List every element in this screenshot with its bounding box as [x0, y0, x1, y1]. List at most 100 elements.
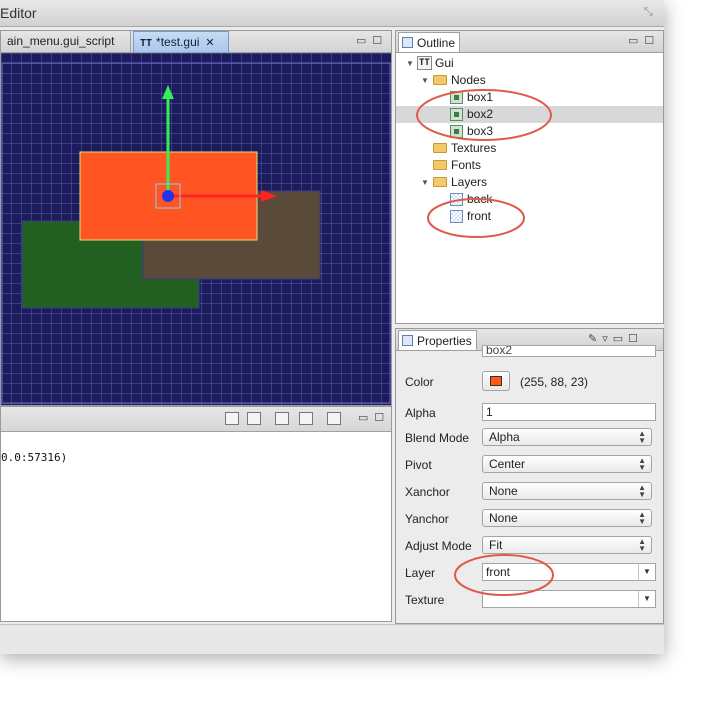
editor-tab-bar: ain_menu.gui_script TT *test.gui ✕ ▭☐: [1, 31, 391, 53]
y-arrow-icon[interactable]: [162, 85, 174, 99]
layer-icon: [450, 210, 463, 223]
yanchor-label: Yanchor: [405, 512, 449, 526]
xanchor-select[interactable]: None ▲ ▼: [482, 482, 652, 500]
folder-icon: [433, 177, 447, 187]
updown-arrow-icon: ▲ ▼: [638, 429, 646, 445]
minimize-maximize-icons[interactable]: ▭☐: [628, 34, 660, 47]
minimize-maximize-icons[interactable]: ▭☐: [358, 411, 390, 424]
tree-item-box2[interactable]: box2: [396, 106, 663, 123]
tree-item-textures[interactable]: Textures: [396, 140, 663, 157]
tree-item-label: front: [467, 209, 492, 223]
tree-item-label: box2: [467, 107, 494, 121]
pin-menu-minimize-maximize-icons[interactable]: ✎▿▭☐: [588, 332, 643, 345]
tab-label: ain_menu.gui_script: [7, 34, 115, 48]
tab-outline[interactable]: Outline: [398, 32, 461, 52]
color-value: (255, 88, 23): [520, 375, 589, 389]
tab-test-gui[interactable]: TT *test.gui ✕: [133, 31, 229, 52]
tree-item-layers[interactable]: ▼ Layers: [396, 174, 663, 191]
scene-graphics[interactable]: [1, 53, 391, 405]
tree-item-back[interactable]: back: [396, 191, 663, 208]
expand-triangle-icon[interactable]: ▼: [421, 72, 429, 89]
updown-arrow-icon: ▲ ▼: [638, 456, 646, 472]
adjust-mode-value: Fit: [489, 538, 503, 552]
window-title: Editor: [0, 5, 37, 21]
layer-icon: [450, 193, 463, 206]
dropdown-arrow-icon[interactable]: ▼: [638, 591, 655, 607]
tree-item-label: Nodes: [451, 73, 486, 87]
pivot-select[interactable]: Center ▲ ▼: [482, 455, 652, 473]
properties-body: box2 Color (255, 88, 23) Alpha 1 Blend M…: [396, 345, 663, 623]
adjust-mode-label: Adjust Mode: [405, 539, 472, 553]
scene-canvas[interactable]: [1, 53, 391, 405]
tree-item-label: Fonts: [451, 158, 482, 172]
tree-item-label: box1: [467, 90, 494, 104]
expand-triangle-icon[interactable]: ▼: [421, 174, 429, 191]
xanchor-label: Xanchor: [405, 485, 450, 499]
folder-icon: [433, 75, 447, 85]
tree-item-gui[interactable]: ▼ TT Gui: [396, 55, 663, 72]
properties-tab-label: Properties: [417, 334, 472, 348]
tree-item-label: Layers: [451, 175, 488, 189]
pivot-value: Center: [489, 457, 526, 471]
scroll-lock-icon[interactable]: [247, 412, 261, 425]
adjust-mode-select[interactable]: Fit ▲ ▼: [482, 536, 652, 554]
display-console-icon[interactable]: [299, 412, 313, 425]
blend-mode-select[interactable]: Alpha ▲ ▼: [482, 428, 652, 446]
outline-icon: [402, 37, 413, 48]
expand-triangle-icon[interactable]: ▼: [406, 55, 414, 72]
minimize-maximize-icons[interactable]: ▭☐: [356, 34, 388, 47]
outline-pane: Outline ▭☐ ▼ TT Gui ▼ Nodes box1 box2 bo…: [395, 30, 664, 324]
pivot-label: Pivot: [405, 458, 432, 472]
tree-item-front[interactable]: front: [396, 208, 663, 225]
box-node-icon: [450, 125, 463, 138]
color-picker-button[interactable]: [482, 371, 510, 391]
properties-icon: [402, 335, 413, 346]
yanchor-value: None: [489, 511, 518, 525]
updown-arrow-icon: ▲ ▼: [638, 483, 646, 499]
tree-item-box3[interactable]: box3: [396, 123, 663, 140]
console-pane: ▭☐ 0.0:57316): [0, 406, 392, 622]
layer-label: Layer: [405, 566, 436, 580]
dropdown-arrow-icon[interactable]: ▼: [638, 564, 655, 580]
tab-properties[interactable]: Properties: [398, 330, 477, 350]
scene-editor-pane: ain_menu.gui_script TT *test.gui ✕ ▭☐: [0, 30, 392, 406]
tree-item-nodes[interactable]: ▼ Nodes: [396, 72, 663, 89]
tree-item-label: Gui: [435, 56, 454, 70]
blend-mode-label: Blend Mode: [405, 431, 470, 445]
layer-combo[interactable]: front ▼: [482, 563, 656, 581]
outline-tab-label: Outline: [417, 36, 456, 50]
gui-file-icon: TT: [140, 38, 153, 49]
tree-item-label: box3: [467, 124, 494, 138]
texture-combo[interactable]: ▼: [482, 590, 656, 608]
layer-value: front: [486, 565, 511, 579]
editor-window: Editor ⤡ ain_menu.gui_script TT *test.gui…: [0, 0, 664, 654]
yanchor-select[interactable]: None ▲ ▼: [482, 509, 652, 527]
alpha-label: Alpha: [405, 406, 436, 420]
close-icon[interactable]: ✕: [205, 37, 214, 49]
open-console-icon[interactable]: [327, 412, 341, 425]
tree-item-label: back: [467, 192, 493, 206]
outline-header: Outline ▭☐: [396, 31, 663, 53]
box-node-icon: [450, 91, 463, 104]
status-bar: [0, 624, 664, 654]
alpha-field[interactable]: 1: [482, 403, 656, 421]
gui-file-icon: TT: [417, 56, 432, 70]
folder-icon: [433, 160, 447, 170]
console-toolbar: ▭☐: [1, 407, 391, 432]
color-label: Color: [405, 375, 434, 389]
pivot-dot[interactable]: [162, 190, 174, 202]
tree-item-fonts[interactable]: Fonts: [396, 157, 663, 174]
tree-item-box1[interactable]: box1: [396, 89, 663, 106]
title-bar: Editor ⤡: [0, 0, 664, 27]
clear-console-icon[interactable]: [225, 412, 239, 425]
box-node-icon: [450, 108, 463, 121]
tree-item-label: Textures: [451, 141, 497, 155]
blend-mode-value: Alpha: [489, 430, 520, 444]
pin-console-icon[interactable]: [275, 412, 289, 425]
color-swatch: [490, 376, 502, 386]
resize-grip-icon[interactable]: ⤡: [644, 6, 658, 20]
tab-main-menu-gui-script[interactable]: ain_menu.gui_script: [1, 31, 131, 52]
id-field[interactable]: box2: [482, 345, 656, 357]
xanchor-value: None: [489, 484, 518, 498]
folder-icon: [433, 143, 447, 153]
